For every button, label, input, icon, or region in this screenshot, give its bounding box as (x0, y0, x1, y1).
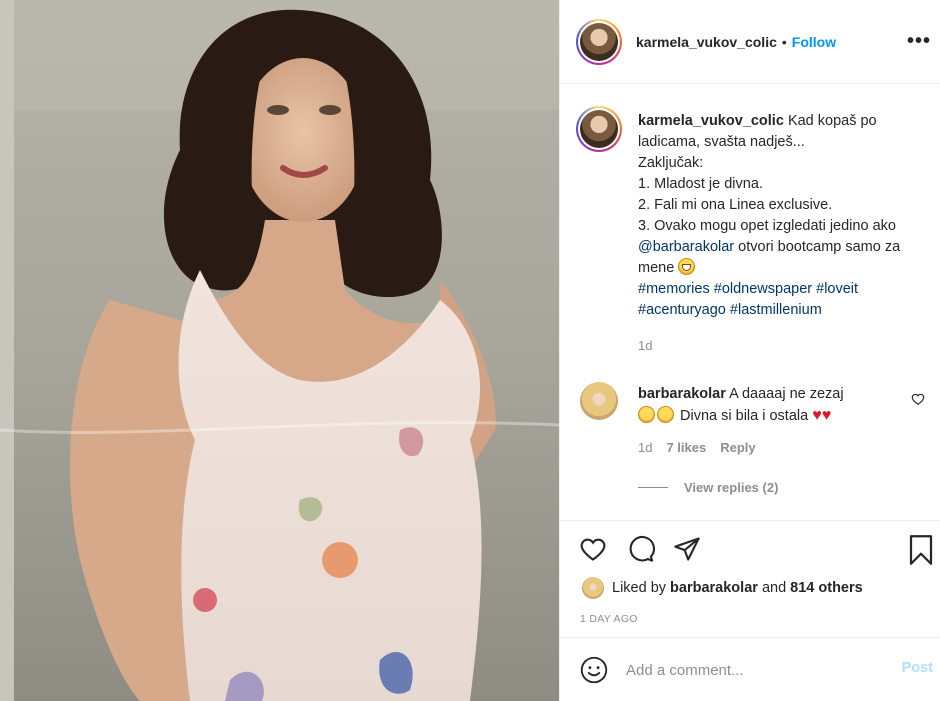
author-username[interactable]: karmela_vukov_colic (636, 34, 777, 50)
red-heart-emoji-icon: ♥ (812, 407, 822, 424)
view-replies-button[interactable]: View replies (2) (638, 480, 778, 495)
hashtag-link[interactable]: #memories (638, 281, 710, 297)
newspaper-portrait-image (0, 0, 559, 701)
comment-line: Divna si bila i ostala (680, 408, 809, 424)
caption-avatar-image (580, 110, 618, 148)
red-heart-emoji-icon: ♥ (821, 407, 832, 424)
caption-username[interactable]: karmela_vukov_colic (638, 113, 784, 129)
liked-by-prefix: Liked by (612, 580, 667, 596)
grinning-emoji-icon (678, 258, 696, 275)
liker-username[interactable]: barbarakolar (670, 580, 758, 596)
likes-summary: Liked by barbarakolar and 814 others (582, 577, 863, 599)
bookmark-icon[interactable] (908, 535, 934, 568)
reply-button[interactable]: Reply (720, 440, 755, 455)
post-side-panel: karmela_vukov_colic • Follow ••• karmela… (559, 0, 940, 701)
comments-section: karmela_vukov_colic Kad kopaš po ladicam… (560, 84, 940, 520)
comment-meta: 1d 7 likes Reply (638, 440, 756, 455)
view-replies-label: View replies (2) (684, 480, 779, 495)
replies-divider (638, 487, 668, 488)
share-icon[interactable] (672, 535, 702, 566)
author-avatar[interactable] (576, 18, 622, 65)
laughing-emoji-icon (657, 406, 674, 423)
comment-likes-count[interactable]: 7 likes (666, 440, 706, 455)
hashtag-link[interactable]: #loveit (816, 281, 858, 297)
commenter-username[interactable]: barbarakolar (638, 386, 726, 402)
commenter-avatar[interactable] (580, 382, 618, 420)
mention-link[interactable]: @barbarakolar (638, 239, 734, 255)
add-comment-bar: Post (560, 637, 940, 701)
caption-text: karmela_vukov_colic Kad kopaš po ladicam… (638, 111, 928, 321)
caption-line: 2. Fali mi ona Linea exclusive. (638, 197, 833, 213)
more-options-icon[interactable]: ••• (907, 30, 931, 53)
likes-others-count[interactable]: 814 others (790, 580, 863, 596)
post-header: karmela_vukov_colic • Follow ••• (560, 0, 940, 84)
comment-text: barbarakolar A daaaaj ne zezaj Divna si … (638, 384, 903, 427)
instagram-post: karmela_vukov_colic • Follow ••• karmela… (0, 0, 940, 701)
caption-time[interactable]: 1d (638, 338, 652, 353)
follow-button[interactable]: Follow (792, 34, 836, 50)
caption-line: 1. Mladost je divna. (638, 176, 763, 192)
post-actions: Liked by barbarakolar and 814 others 1 D… (560, 520, 940, 637)
caption-author-avatar[interactable] (576, 106, 622, 152)
laughing-emoji-icon (638, 406, 655, 423)
hashtags: #memories #oldnewspaper #loveit #acentur… (638, 279, 928, 321)
hashtag-link[interactable]: #acenturyago (638, 302, 726, 318)
hashtag-link[interactable]: #oldnewspaper (714, 281, 812, 297)
hashtag-link[interactable]: #lastmillenium (730, 302, 822, 318)
comment-time[interactable]: 1d (638, 440, 652, 455)
comment-line: A daaaaj ne zezaj (729, 386, 844, 402)
comment-like-heart-icon[interactable] (911, 392, 925, 409)
author-avatar-image (580, 22, 618, 61)
comment-icon[interactable] (626, 535, 656, 566)
post-timestamp[interactable]: 1 DAY AGO (580, 613, 638, 625)
caption-line: Zaključak: (638, 155, 704, 171)
heart-icon[interactable] (578, 535, 608, 566)
emoji-icon[interactable] (580, 656, 608, 687)
comment-input[interactable] (626, 658, 876, 682)
post-comment-button[interactable]: Post (902, 660, 933, 676)
post-photo[interactable] (0, 0, 559, 701)
liker-avatar[interactable] (582, 577, 604, 599)
separator-dot: • (781, 33, 787, 50)
caption-line: 3. Ovako mogu opet izgledati jedino ako … (638, 218, 901, 276)
liked-by-and: and (761, 580, 787, 596)
